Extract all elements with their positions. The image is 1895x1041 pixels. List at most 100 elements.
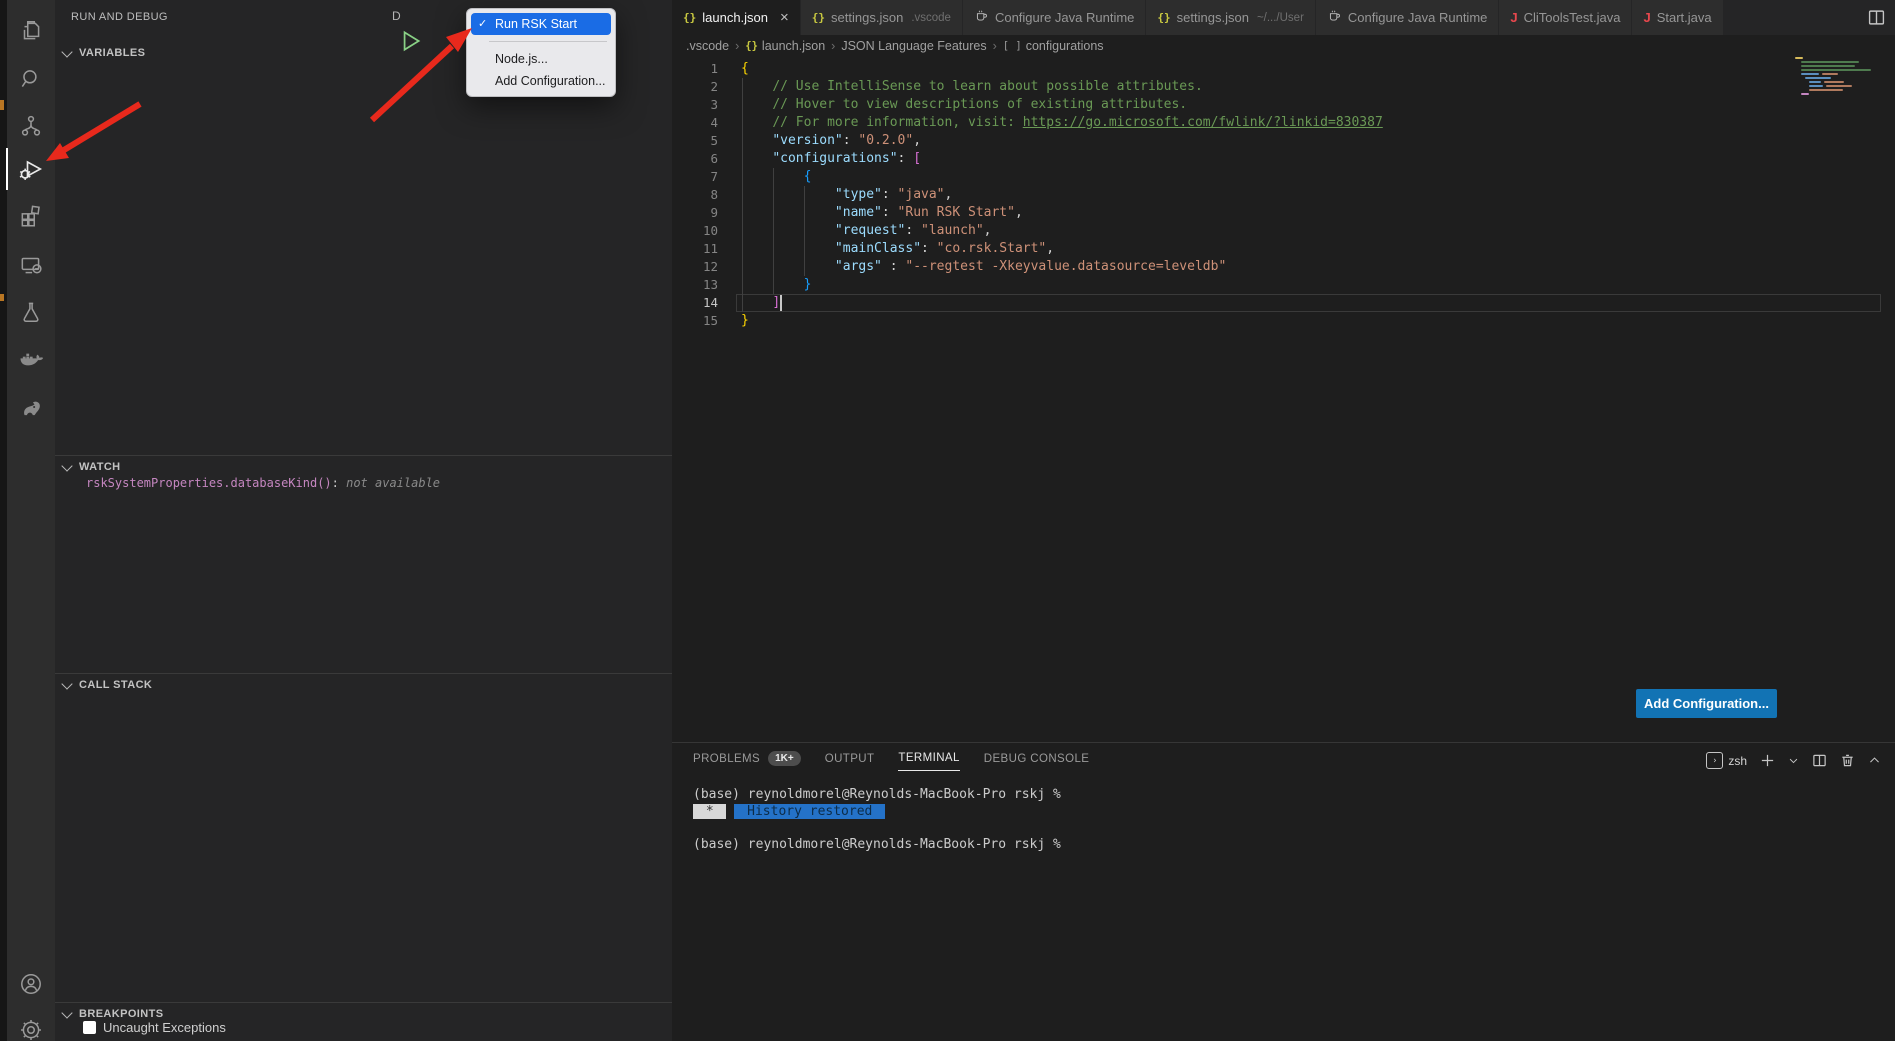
panel-tab-label: OUTPUT (825, 753, 875, 765)
code-editor: 1{2 // Use IntelliSense to learn about p… (672, 60, 1895, 330)
line-number: 13 (672, 276, 741, 294)
editor-tabs: {}launch.json×{}settings.json.vscodeConf… (672, 0, 1895, 35)
checkmark-icon: ✓ (478, 13, 487, 35)
chevron-down-icon (61, 1007, 72, 1018)
code-line-3[interactable]: 3 // Hover to view descriptions of exist… (672, 96, 1895, 114)
terminal-dropdown-chevron-icon[interactable] (1788, 755, 1799, 766)
section-watch[interactable]: WATCH (55, 456, 672, 478)
code-line-2[interactable]: 2 // Use IntelliSense to learn about pos… (672, 78, 1895, 96)
tab-configure-java-runtime[interactable]: Configure Java Runtime (1316, 0, 1499, 35)
tab-launch-json[interactable]: {}launch.json× (672, 0, 801, 35)
search-icon[interactable] (7, 56, 55, 102)
breadcrumb-item-configurations[interactable]: [ ]configurations (1003, 39, 1104, 53)
add-configuration-button[interactable]: Add Configuration... (1636, 689, 1777, 718)
breakpoint-label: Uncaught Exceptions (103, 1020, 226, 1035)
tab-settings-json[interactable]: {}settings.json.vscode (801, 0, 963, 35)
kill-terminal-trash-icon[interactable] (1840, 753, 1855, 768)
debug-configuration-context-menu: ✓Run RSK Start Node.js...Add Configuratio… (466, 8, 616, 97)
explorer-icon[interactable] (7, 8, 55, 54)
chevron-down-icon (61, 678, 72, 689)
tab-detail: .vscode (911, 12, 951, 24)
breadcrumb-label: launch.json (762, 39, 825, 53)
testing-icon[interactable] (7, 289, 55, 335)
code-line-13[interactable]: 13 } (672, 276, 1895, 294)
code-line-9[interactable]: 9 "name": "Run RSK Start", (672, 204, 1895, 222)
breadcrumb-label: .vscode (686, 39, 729, 53)
code-line-14[interactable]: 14 ] (672, 294, 1895, 312)
docker-icon[interactable] (7, 336, 55, 382)
code-line-5[interactable]: 5 "version": "0.2.0", (672, 132, 1895, 150)
new-terminal-icon[interactable] (1760, 753, 1775, 768)
line-content: // Hover to view descriptions of existin… (741, 96, 1187, 114)
panel-tab-terminal[interactable]: TERMINAL (898, 752, 959, 771)
watch-expression-row[interactable]: rskSystemProperties.databaseKind(): not … (86, 476, 440, 490)
code-line-15[interactable]: 15} (672, 312, 1895, 330)
panel-tab-debug-console[interactable]: DEBUG CONSOLE (984, 753, 1090, 771)
section-label: CALL STACK (79, 679, 152, 691)
extensions-icon[interactable] (7, 193, 55, 239)
code-line-4[interactable]: 4 // For more information, visit: https:… (672, 114, 1895, 132)
line-number: 15 (672, 312, 741, 330)
line-content: "request": "launch", (741, 222, 991, 240)
history-star-badge: * (693, 804, 726, 819)
launch-config-dropdown[interactable]: D (392, 9, 401, 23)
breadcrumb-item-launch-json[interactable]: {} launch.json (745, 39, 825, 53)
code-line-6[interactable]: 6 "configurations": [ (672, 150, 1895, 168)
code-line-1[interactable]: 1{ (672, 60, 1895, 78)
menu-item-run-rsk-start[interactable]: ✓Run RSK Start (471, 13, 611, 35)
tab-configure-java-runtime[interactable]: Configure Java Runtime (963, 0, 1146, 35)
line-content: ] (741, 294, 780, 312)
breadcrumb-separator: › (831, 39, 835, 53)
code-line-8[interactable]: 8 "type": "java", (672, 186, 1895, 204)
java-runtime-cup-icon (1327, 9, 1342, 26)
tab-start-java[interactable]: JStart.java (1632, 0, 1723, 35)
breadcrumb-label: JSON Language Features (841, 39, 986, 53)
java-runtime-cup-icon (974, 9, 989, 26)
remote-explorer-icon[interactable] (7, 242, 55, 288)
split-editor-icon[interactable] (1858, 0, 1895, 35)
gradle-icon[interactable] (7, 384, 55, 430)
maximize-panel-chevron-icon[interactable] (1868, 754, 1881, 767)
run-and-debug-icon[interactable] (7, 146, 55, 192)
settings-gear-icon[interactable] (7, 1007, 55, 1041)
shell-label: zsh (1728, 754, 1747, 768)
code-line-7[interactable]: 7 { (672, 168, 1895, 186)
java-file-icon: J (1510, 10, 1517, 25)
activity-bar (7, 0, 55, 1041)
menu-item-node-js-[interactable]: Node.js... (471, 48, 611, 70)
terminal-output[interactable]: (base) reynoldmorel@Reynolds-MacBook-Pro… (693, 787, 1061, 853)
terminal-shell-chip[interactable]: › zsh (1706, 752, 1747, 769)
menu-separator (489, 41, 607, 42)
panel-tab-problems[interactable]: PROBLEMS1K+ (693, 751, 801, 772)
tab-settings-json[interactable]: {}settings.json~/.../User (1146, 0, 1316, 35)
code-line-12[interactable]: 12 "args" : "--regtest -Xkeyvalue.dataso… (672, 258, 1895, 276)
tab-label: launch.json (702, 10, 768, 25)
split-terminal-icon[interactable] (1812, 753, 1827, 768)
tab-clitoolstest-java[interactable]: JCliToolsTest.java (1499, 0, 1632, 35)
java-file-icon: J (1643, 10, 1650, 25)
line-content: // For more information, visit: https://… (741, 114, 1383, 132)
chevron-down-icon (61, 46, 72, 57)
code-line-10[interactable]: 10 "request": "launch", (672, 222, 1895, 240)
breadcrumb-item-json-language-features[interactable]: JSON Language Features (841, 39, 986, 53)
section-call-stack[interactable]: CALL STACK (55, 674, 672, 696)
menu-item-add-configuration-[interactable]: Add Configuration... (471, 70, 611, 92)
tab-label: Configure Java Runtime (1348, 10, 1487, 25)
uncaught-exceptions-checkbox[interactable] (83, 1021, 96, 1034)
minimap[interactable] (1795, 55, 1873, 97)
line-number: 5 (672, 132, 741, 150)
line-content: // Use IntelliSense to learn about possi… (741, 78, 1203, 96)
json-file-icon: {} (745, 40, 758, 52)
source-control-icon[interactable] (7, 103, 55, 149)
terminal-line (693, 820, 1061, 837)
accounts-icon[interactable] (7, 961, 55, 1007)
panel-tab-label: DEBUG CONSOLE (984, 753, 1090, 765)
panel-tab-output[interactable]: OUTPUT (825, 753, 875, 771)
close-icon[interactable]: × (780, 10, 789, 25)
code-line-11[interactable]: 11 "mainClass": "co.rsk.Start", (672, 240, 1895, 258)
panel-tabs: PROBLEMS1K+ OUTPUT TERMINAL DEBUG CONSOLE (693, 751, 1089, 772)
line-number: 4 (672, 114, 741, 132)
breadcrumb: .vscode›{}launch.json›JSON Language Feat… (672, 35, 1895, 57)
indent-guide (773, 168, 774, 294)
breadcrumb-item--vscode[interactable]: .vscode (686, 39, 729, 53)
